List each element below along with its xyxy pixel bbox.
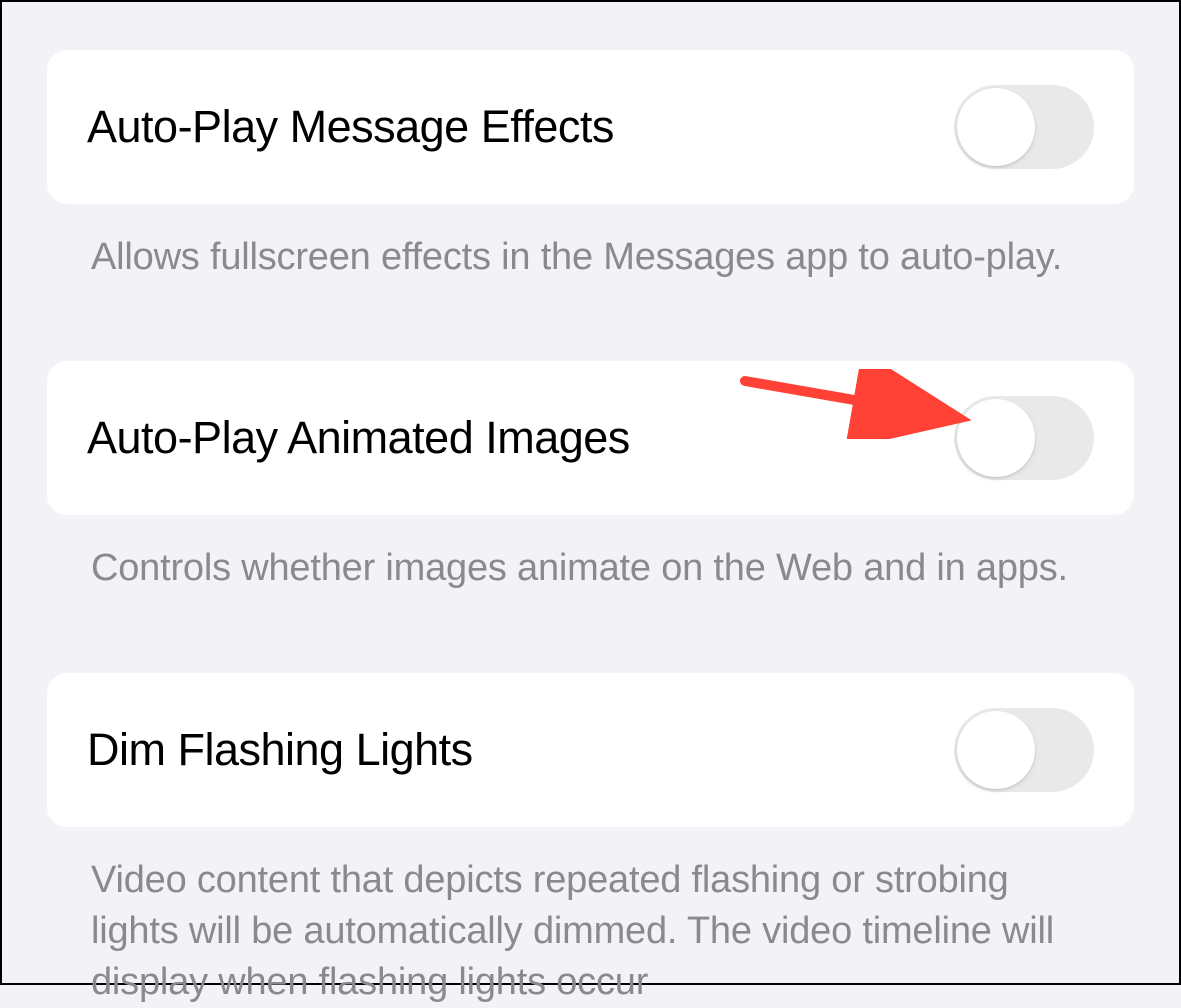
setting-description: Controls whether images animate on the W…	[47, 515, 1134, 594]
toggle-knob	[957, 88, 1035, 166]
setting-label: Auto-Play Animated Images	[87, 412, 630, 464]
setting-row-auto-play-message-effects[interactable]: Auto-Play Message Effects	[47, 50, 1134, 204]
setting-section-auto-play-animated-images: Auto-Play Animated Images Controls wheth…	[47, 361, 1134, 594]
toggle-auto-play-animated-images[interactable]	[954, 396, 1094, 480]
setting-row-dim-flashing-lights[interactable]: Dim Flashing Lights	[47, 673, 1134, 827]
toggle-knob	[957, 711, 1035, 789]
toggle-dim-flashing-lights[interactable]	[954, 708, 1094, 792]
setting-label: Dim Flashing Lights	[87, 724, 473, 776]
setting-description: Allows fullscreen effects in the Message…	[47, 204, 1134, 283]
setting-row-auto-play-animated-images[interactable]: Auto-Play Animated Images	[47, 361, 1134, 515]
setting-label: Auto-Play Message Effects	[87, 101, 614, 153]
setting-section-auto-play-message-effects: Auto-Play Message Effects Allows fullscr…	[47, 50, 1134, 283]
toggle-knob	[957, 399, 1035, 477]
setting-description: Video content that depicts repeated flas…	[47, 827, 1134, 1008]
toggle-auto-play-message-effects[interactable]	[954, 85, 1094, 169]
setting-section-dim-flashing-lights: Dim Flashing Lights Video content that d…	[47, 673, 1134, 1008]
